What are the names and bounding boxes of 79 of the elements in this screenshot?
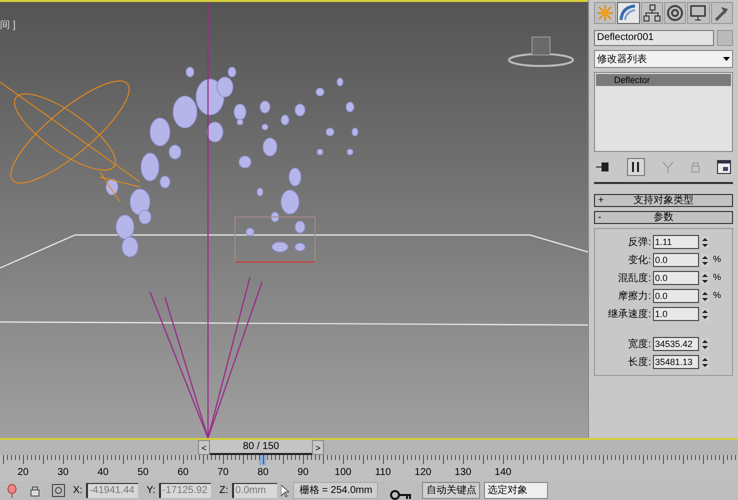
key-icon[interactable] <box>390 490 412 500</box>
viewport[interactable]: 间 ] <box>0 0 588 438</box>
viewcube-icon[interactable] <box>508 36 574 67</box>
coordinate-label: Z: <box>219 484 228 498</box>
command-tab[interactable] <box>640 2 663 24</box>
command-tab[interactable] <box>617 2 640 24</box>
circle-icon <box>665 3 686 23</box>
configure-icon[interactable] <box>717 160 731 174</box>
param-label: 变化: <box>627 254 651 268</box>
ruler-label: 100 <box>334 466 352 480</box>
command-tab[interactable] <box>664 2 686 24</box>
ruler-label: 50 <box>137 466 149 480</box>
viewport-label[interactable]: 间 ] <box>0 18 16 33</box>
param-label: 继承速度: <box>607 308 651 322</box>
spinner-icon[interactable] <box>701 272 709 284</box>
time-slider-thumb[interactable]: 80 / 150 <box>210 440 312 455</box>
rollout-sign: + <box>598 195 605 206</box>
command-tab[interactable] <box>710 2 733 24</box>
param-field[interactable]: 0.0 <box>653 289 699 303</box>
lock-icon[interactable] <box>30 484 40 496</box>
spinner-icon[interactable] <box>701 236 709 248</box>
param-unit: % <box>713 271 722 284</box>
command-tab[interactable] <box>687 2 710 24</box>
param-field[interactable]: 1.11 <box>653 235 699 249</box>
rollout-title: 支持对象类型 <box>632 195 694 206</box>
spinner-icon[interactable] <box>701 308 709 320</box>
rollout-sign: - <box>598 212 602 223</box>
param-field[interactable]: 0.0 <box>653 271 699 285</box>
cursor-icon <box>281 484 290 496</box>
sun-icon <box>595 3 616 23</box>
param-label: 宽度: <box>627 338 651 352</box>
ruler-label: 40 <box>97 466 109 480</box>
ruler-label: 90 <box>297 466 309 480</box>
ruler-label: 30 <box>57 466 69 480</box>
param-field[interactable]: 34535.42 <box>653 337 699 351</box>
rollout-header[interactable]: + 支持对象类型 <box>594 194 733 207</box>
param-field[interactable]: 0.0 <box>653 253 699 267</box>
grid-size-readout: 栅格 = 254.0mm <box>293 482 378 499</box>
param-unit: % <box>713 253 722 266</box>
spinner-icon[interactable] <box>701 338 709 350</box>
ruler-label: 20 <box>17 466 29 480</box>
object-name-field[interactable]: Deflector001 <box>594 30 714 46</box>
ruler-label: 130 <box>454 466 472 480</box>
param-field[interactable]: 35481.13 <box>653 355 699 369</box>
transform-mode-icon[interactable] <box>52 484 65 497</box>
modifier-list-label: 修改器列表 <box>597 52 647 66</box>
monitor-icon <box>688 3 708 23</box>
spinner-icon[interactable] <box>701 254 709 266</box>
hierarchy-icon <box>642 3 662 23</box>
ruler-label: 60 <box>177 466 189 480</box>
param-label: 反弹: <box>627 236 651 250</box>
rollout-title: 参数 <box>652 212 674 223</box>
timeline-ruler[interactable]: 20 30 40 50 60 70 80 90 100 110 120 130 140 <box>0 455 738 481</box>
ruler-label: 110 <box>375 466 391 480</box>
param-field[interactable]: 1.0 <box>653 307 699 321</box>
pin-icon[interactable] <box>596 162 610 172</box>
selection-dropdown[interactable]: 选定对象 <box>484 482 548 499</box>
ruler-label: 70 <box>217 466 229 480</box>
ruler-label: 120 <box>414 466 432 480</box>
next-frame-button[interactable]: > <box>312 440 324 455</box>
spinner-icon[interactable] <box>701 290 709 302</box>
auto-key-button[interactable]: 自动关键点 <box>422 482 480 499</box>
param-label: 混乱度: <box>617 272 651 286</box>
dropdown-caret-icon <box>723 57 730 61</box>
color-swatch[interactable] <box>717 30 733 46</box>
param-label: 摩擦力: <box>617 290 651 304</box>
coordinate-label: Y: <box>146 484 156 498</box>
ruler-label: 80 <box>257 466 269 480</box>
param-unit: % <box>713 289 722 302</box>
show-end-result-icon[interactable] <box>627 158 645 176</box>
lightbulb-icon[interactable] <box>6 484 18 498</box>
modifier-stack-item[interactable]: Deflector <box>596 74 731 86</box>
coordinate-label: X: <box>73 484 82 498</box>
modifier-list-dropdown[interactable]: 修改器列表 <box>594 50 733 68</box>
previous-frame-button[interactable]: < <box>198 440 210 455</box>
spinner-icon[interactable] <box>701 356 709 368</box>
ruler-label: 140 <box>494 466 512 480</box>
rollout-header[interactable]: - 参数 <box>594 211 733 224</box>
param-label: 长度: <box>627 356 651 370</box>
